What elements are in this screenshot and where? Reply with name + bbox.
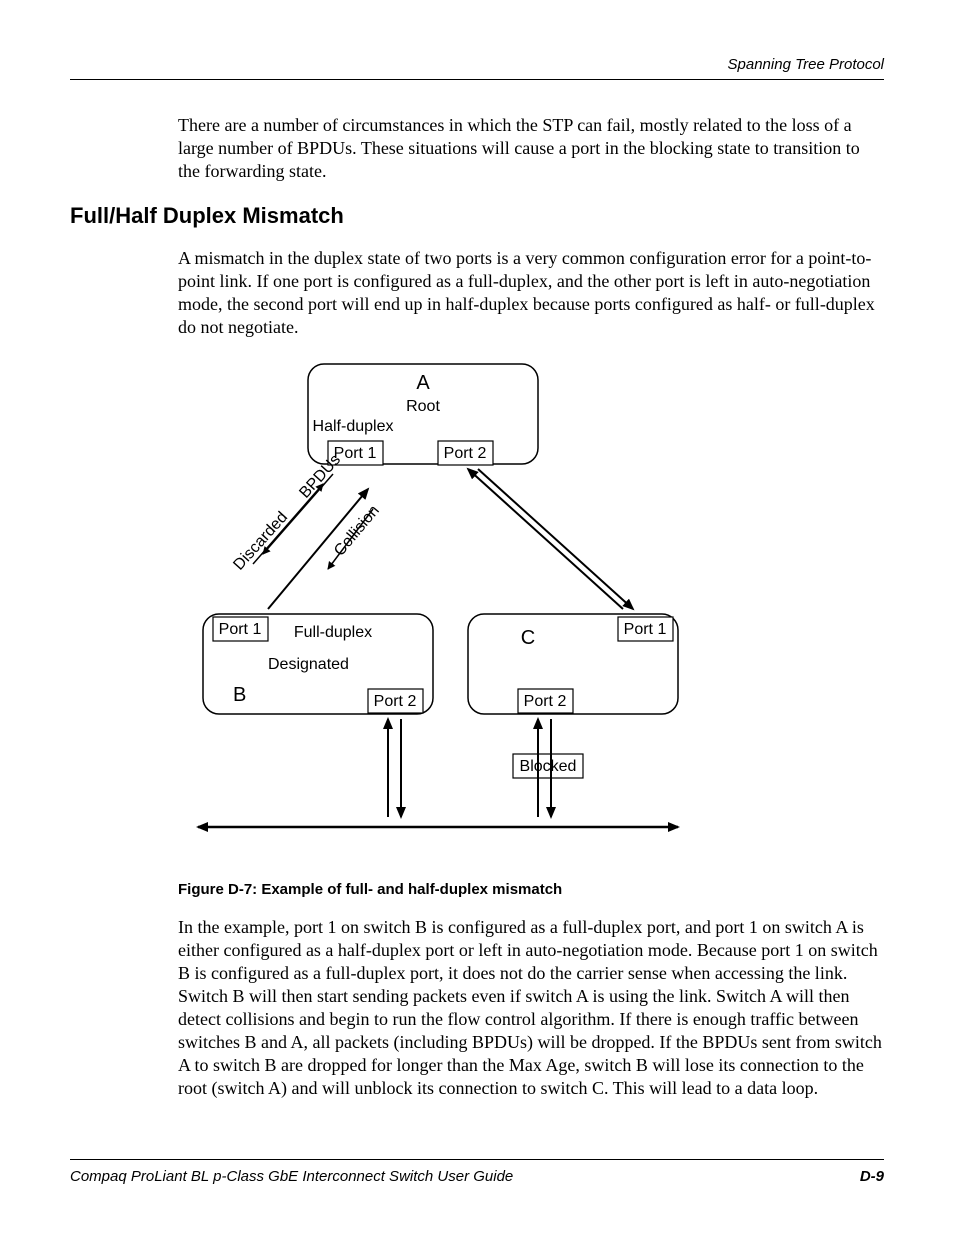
section-paragraph: A mismatch in the duplex state of two po… xyxy=(178,247,884,339)
switch-c-node: C Port 1 Port 2 xyxy=(468,614,678,714)
full-duplex-label: Full-duplex xyxy=(294,624,372,641)
link-a-c-down xyxy=(478,469,633,609)
figure-caption: Figure D-7: Example of full- and half-du… xyxy=(178,881,884,898)
figure-diagram: A Root Half-duplex Port 1 Port 2 Port 1 xyxy=(178,359,884,869)
half-duplex-label: Half-duplex xyxy=(313,418,394,435)
link-a-c-up xyxy=(468,469,623,609)
switch-c-label: C xyxy=(521,627,535,649)
upward-collision-arrow xyxy=(268,489,368,609)
footer-guide-title: Compaq ProLiant BL p-Class GbE Interconn… xyxy=(70,1168,513,1185)
switch-a-port2-label: Port 2 xyxy=(444,445,487,462)
root-label: Root xyxy=(406,398,440,415)
designated-label: Designated xyxy=(268,656,349,673)
header-rule xyxy=(70,79,884,80)
section-block: A mismatch in the duplex state of two po… xyxy=(178,247,884,1100)
switch-b-port1-label: Port 1 xyxy=(219,621,262,638)
switch-a-node: A Root Half-duplex Port 1 Port 2 xyxy=(308,364,538,465)
intro-block: There are a number of circumstances in w… xyxy=(178,114,884,183)
footer-rule xyxy=(70,1159,884,1160)
intro-paragraph: There are a number of circumstances in w… xyxy=(178,114,884,183)
duplex-mismatch-diagram: A Root Half-duplex Port 1 Port 2 Port 1 xyxy=(178,359,698,869)
collision-label: Collision xyxy=(331,503,383,560)
blocked-label: Blocked xyxy=(520,758,577,775)
post-figure-paragraph: In the example, port 1 on switch B is co… xyxy=(178,916,884,1100)
switch-c-port2-label: Port 2 xyxy=(524,693,567,710)
section-heading: Full/Half Duplex Mismatch xyxy=(70,203,884,229)
switch-c-port1-label: Port 1 xyxy=(624,621,667,638)
switch-a-label: A xyxy=(416,372,430,394)
switch-b-label: B xyxy=(233,684,246,706)
running-header: Spanning Tree Protocol xyxy=(70,56,884,73)
switch-b-port2-label: Port 2 xyxy=(374,693,417,710)
page: Spanning Tree Protocol There are a numbe… xyxy=(0,0,954,1235)
page-footer: Compaq ProLiant BL p-Class GbE Interconn… xyxy=(70,1159,884,1185)
bpdus-label: BPDUs xyxy=(296,452,344,502)
discarded-label: Discarded xyxy=(230,509,291,574)
switch-b-node: Port 1 Full-duplex Designated B Port 2 xyxy=(203,614,433,714)
footer-page-number: D-9 xyxy=(860,1168,884,1185)
